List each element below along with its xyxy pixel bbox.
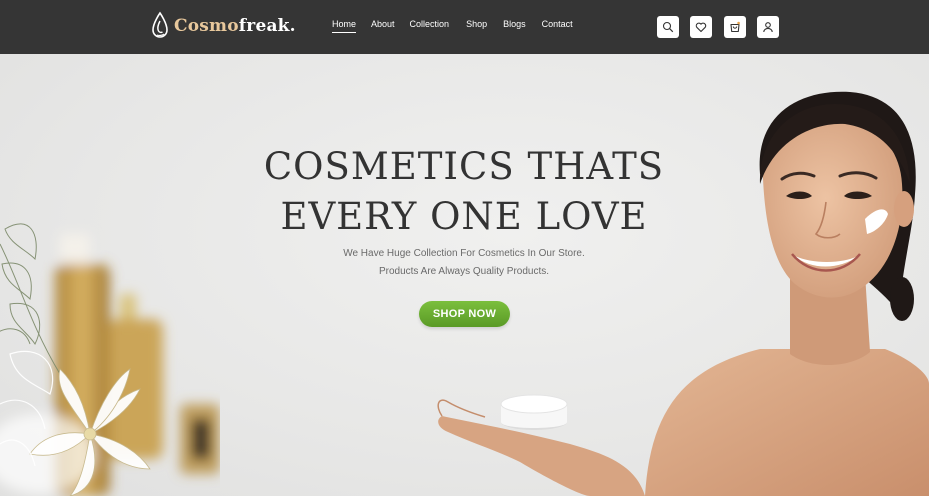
hero-subtitle: We Have Huge Collection For Cosmetics In… [264,245,664,281]
account-button[interactable] [757,16,779,38]
logo-rest-text: freak. [238,16,296,36]
floral-bottles-illustration [0,223,220,496]
nav-collection[interactable]: Collection [410,19,450,33]
search-button[interactable] [657,16,679,38]
hero-title: COSMETICS THATS EVERY ONE LOVE [214,142,714,242]
logo-text: Cosmofreak. [174,16,296,36]
cart-button[interactable] [724,16,746,38]
hero-subtitle-line-1: We Have Huge Collection For Cosmetics In… [343,248,585,259]
drop-logo-icon [152,11,168,38]
search-icon [662,21,674,33]
nav-blogs[interactable]: Blogs [503,19,526,33]
nav-home[interactable]: Home [332,19,357,33]
nav-contact[interactable]: Contact [542,19,573,33]
hero-title-line-1: COSMETICS THATS [263,145,665,188]
logo[interactable]: Cosmofreak. [150,10,296,42]
heart-icon [695,22,707,33]
logo-accent-text: Cosmo [174,16,239,36]
hero-subtitle-line-2: Products Are Always Quality Products. [378,266,550,277]
wishlist-button[interactable] [690,16,712,38]
user-icon [763,22,773,33]
hero-section: COSMETICS THATS EVERY ONE LOVE We Have H… [0,54,929,496]
nav-shop[interactable]: Shop [466,19,487,33]
main-nav: Home About Collection Shop Blogs Contact [332,19,573,33]
cart-icon [730,21,740,33]
hero-title-line-2: EVERY ONE LOVE [280,195,648,238]
site-header: Cosmofreak. Home About Collection Shop B… [0,0,929,54]
shop-now-button[interactable]: SHOP NOW [419,301,510,327]
nav-about[interactable]: About [371,19,395,33]
